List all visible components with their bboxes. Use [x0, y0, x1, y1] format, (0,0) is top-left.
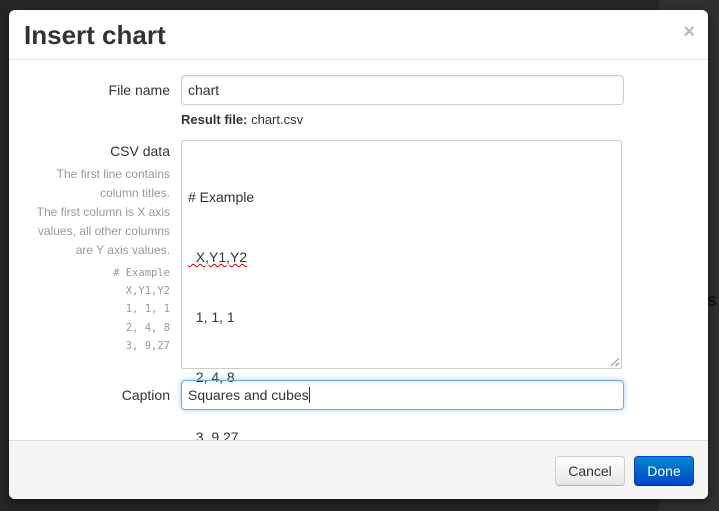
file-name-input[interactable]: chart — [181, 75, 624, 105]
csv-line: 1, 1, 1 — [188, 309, 235, 325]
result-file-label: Result file: — [181, 112, 248, 127]
csv-data-textarea[interactable]: # Example X,Y1,Y2 1, 1, 1 2, 4, 8 3, 9,2… — [181, 140, 622, 445]
result-file-value: chart.csv — [251, 112, 304, 127]
csv-line: X,Y1,Y2 — [188, 247, 615, 267]
csv-help-text: The first line contains column titles. The… — [36, 167, 170, 257]
background-text-fragment: s — [706, 290, 717, 310]
resize-handle-icon[interactable] — [611, 358, 619, 366]
caption-input[interactable]: Squares and cubes — [181, 380, 624, 410]
close-icon[interactable]: × — [683, 22, 695, 42]
text-caret — [308, 387, 310, 403]
csv-help-example: # Example X,Y1,Y2 1, 1, 1 2, 4, 8 3, 9,2… — [113, 267, 170, 352]
csv-line: # Example — [188, 189, 255, 205]
dialog-footer: Cancel Done — [9, 440, 708, 499]
dialog-title: Insert chart — [24, 20, 166, 50]
dialog-header: Insert chart × — [9, 10, 708, 60]
caption-label: Caption — [121, 387, 170, 403]
done-button[interactable]: Done — [634, 456, 694, 486]
file-name-value: chart — [188, 82, 220, 98]
cancel-button[interactable]: Cancel — [555, 456, 625, 486]
caption-value: Squares and cubes — [188, 387, 309, 403]
csv-line-text: X,Y1,Y2 — [188, 249, 248, 265]
file-name-label: File name — [108, 82, 170, 98]
insert-chart-dialog: Insert chart × File name chart Result fi… — [9, 10, 708, 499]
csv-data-label: CSV data — [110, 143, 170, 159]
result-file-info: Result file: chart.csv — [181, 112, 303, 127]
